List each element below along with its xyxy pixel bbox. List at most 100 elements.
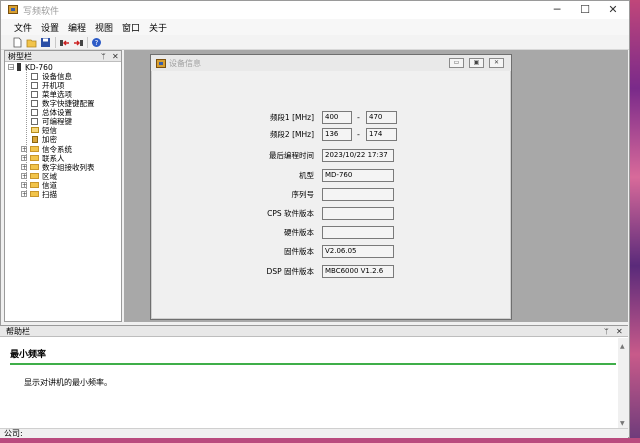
field-label: 最后编程时间: [269, 151, 314, 160]
menu-bar: 文件 设置 编程 视图 窗口 关于: [1, 19, 629, 35]
expand-icon[interactable]: +: [21, 182, 27, 189]
minimize-button[interactable]: ─: [543, 1, 571, 19]
field-label: 硬件版本: [284, 228, 314, 237]
scroll-down-icon[interactable]: ▼: [620, 420, 625, 427]
app-icon: [8, 5, 18, 14]
child-maximize-button[interactable]: ▣: [469, 58, 484, 68]
field-label: 固件版本: [284, 247, 314, 256]
expand-icon[interactable]: +: [21, 164, 27, 171]
menu-view[interactable]: 视图: [95, 21, 113, 34]
desktop-background: [630, 0, 640, 443]
menu-window[interactable]: 窗口: [122, 21, 140, 34]
help-icon[interactable]: ?: [91, 37, 102, 48]
help-panel: 帮助栏 ᛘ ✕ 最小频率 显示对讲机的最小频率。 ▲ ▼: [0, 325, 628, 429]
menu-icon: [31, 91, 38, 98]
folder-icon: [30, 155, 39, 161]
serial-number-field[interactable]: [322, 188, 394, 201]
folder-icon: [30, 164, 39, 170]
help-divider: [10, 363, 616, 365]
close-icon[interactable]: ✕: [616, 326, 623, 337]
collapse-icon[interactable]: −: [8, 64, 14, 71]
folder-icon: [30, 173, 39, 179]
wrench-icon: [31, 73, 38, 80]
device-info-window: 设备信息 ▭ ▣ ✕ 频段1 [MHz] 400 - 470 频段2 [MHz]…: [150, 54, 512, 320]
tree-folder-label: 联系人: [42, 154, 65, 163]
hardware-version-field[interactable]: [322, 226, 394, 239]
scroll-up-icon[interactable]: ▲: [620, 343, 625, 350]
lock-icon: [32, 136, 38, 143]
settings-icon: [31, 109, 38, 116]
toolbar-separator: [87, 37, 88, 48]
pin-icon[interactable]: ᛘ: [101, 51, 106, 62]
menu-program[interactable]: 编程: [68, 21, 86, 34]
field-label: 机型: [299, 171, 314, 180]
app-icon: [156, 59, 166, 68]
expand-icon[interactable]: +: [21, 155, 27, 162]
status-bar: 公司:: [0, 428, 628, 438]
save-icon[interactable]: [40, 37, 51, 48]
model-field[interactable]: MD-760: [322, 169, 394, 182]
envelope-icon: [31, 127, 39, 133]
menu-settings[interactable]: 设置: [41, 21, 59, 34]
tree-panel: 树型栏 ᛘ ✕ − KD-760 设备信息 开机项 菜单选项 数字快捷键配置 总…: [4, 50, 122, 322]
child-title-bar: 设备信息 ▭ ▣ ✕: [151, 55, 511, 71]
new-icon[interactable]: [12, 37, 23, 48]
toolbar: ?: [1, 35, 629, 50]
tree-folder-label: 扫描: [42, 190, 57, 199]
menu-about[interactable]: 关于: [149, 21, 167, 34]
radio-icon: [17, 63, 21, 71]
tree-root-label: KD-760: [25, 63, 53, 72]
window-title: 写频软件: [23, 7, 60, 17]
field-label: CPS 软件版本: [267, 209, 314, 218]
svg-text:?: ?: [95, 39, 99, 47]
help-heading: 最小频率: [10, 350, 47, 360]
open-icon[interactable]: [26, 37, 37, 48]
tree-item-label: 菜单选项: [42, 90, 72, 99]
expand-icon[interactable]: +: [21, 191, 27, 198]
keypad-icon: [31, 100, 38, 107]
tree-item-label: 开机项: [42, 81, 65, 90]
help-panel-header: 帮助栏 ᛘ ✕: [0, 326, 628, 337]
maximize-button[interactable]: ☐: [571, 1, 599, 19]
tree-item-label: 可编程键: [42, 117, 72, 126]
expand-icon[interactable]: +: [21, 146, 27, 153]
child-window-title: 设备信息: [169, 59, 201, 68]
power-icon: [31, 82, 38, 89]
read-icon[interactable]: [59, 37, 70, 48]
band1-to-input[interactable]: 470: [366, 111, 397, 124]
tree-item-label: 设备信息: [42, 72, 72, 81]
band2-to-input[interactable]: 174: [366, 128, 397, 141]
pin-icon[interactable]: ᛘ: [604, 326, 609, 337]
write-icon[interactable]: [73, 37, 84, 48]
firmware-version-field[interactable]: V2.06.05: [322, 245, 394, 258]
tree-item-label: 总体设置: [42, 108, 72, 117]
band1-from-input[interactable]: 400: [322, 111, 352, 124]
help-scrollbar[interactable]: ▲ ▼: [618, 338, 628, 429]
toolbar-separator: [55, 37, 56, 48]
range-separator: -: [357, 113, 360, 122]
folder-icon: [30, 191, 39, 197]
tree-folder-label: 区域: [42, 172, 57, 181]
tree-folder-label: 数字组接收列表: [42, 163, 95, 172]
tree-folder-label: 信令系统: [42, 145, 72, 154]
field-label: 频段1 [MHz]: [269, 113, 314, 122]
last-program-time-field[interactable]: 2023/10/22 17:37: [322, 149, 394, 162]
band2-from-input[interactable]: 136: [322, 128, 352, 141]
help-text: 显示对讲机的最小频率。: [24, 378, 112, 387]
tree-item-label: 加密: [42, 135, 57, 144]
tree-item-label: 短信: [42, 126, 57, 135]
tree-folder-label: 信道: [42, 181, 57, 190]
tree-item-label: 数字快捷键配置: [42, 99, 95, 108]
key-icon: [31, 118, 38, 125]
close-icon[interactable]: ✕: [112, 51, 119, 62]
child-minimize-button[interactable]: ▭: [449, 58, 464, 68]
title-bar: 写频软件 ─ ☐ ✕: [1, 1, 629, 19]
tree-panel-title: 树型栏: [8, 52, 32, 61]
expand-icon[interactable]: +: [21, 173, 27, 180]
field-label: DSP 固件版本: [266, 267, 314, 276]
dsp-firmware-version-field[interactable]: MBC6000 V1.2.6: [322, 265, 394, 278]
child-close-button[interactable]: ✕: [489, 58, 504, 68]
menu-file[interactable]: 文件: [14, 21, 32, 34]
cps-version-field[interactable]: [322, 207, 394, 220]
close-button[interactable]: ✕: [599, 1, 627, 19]
